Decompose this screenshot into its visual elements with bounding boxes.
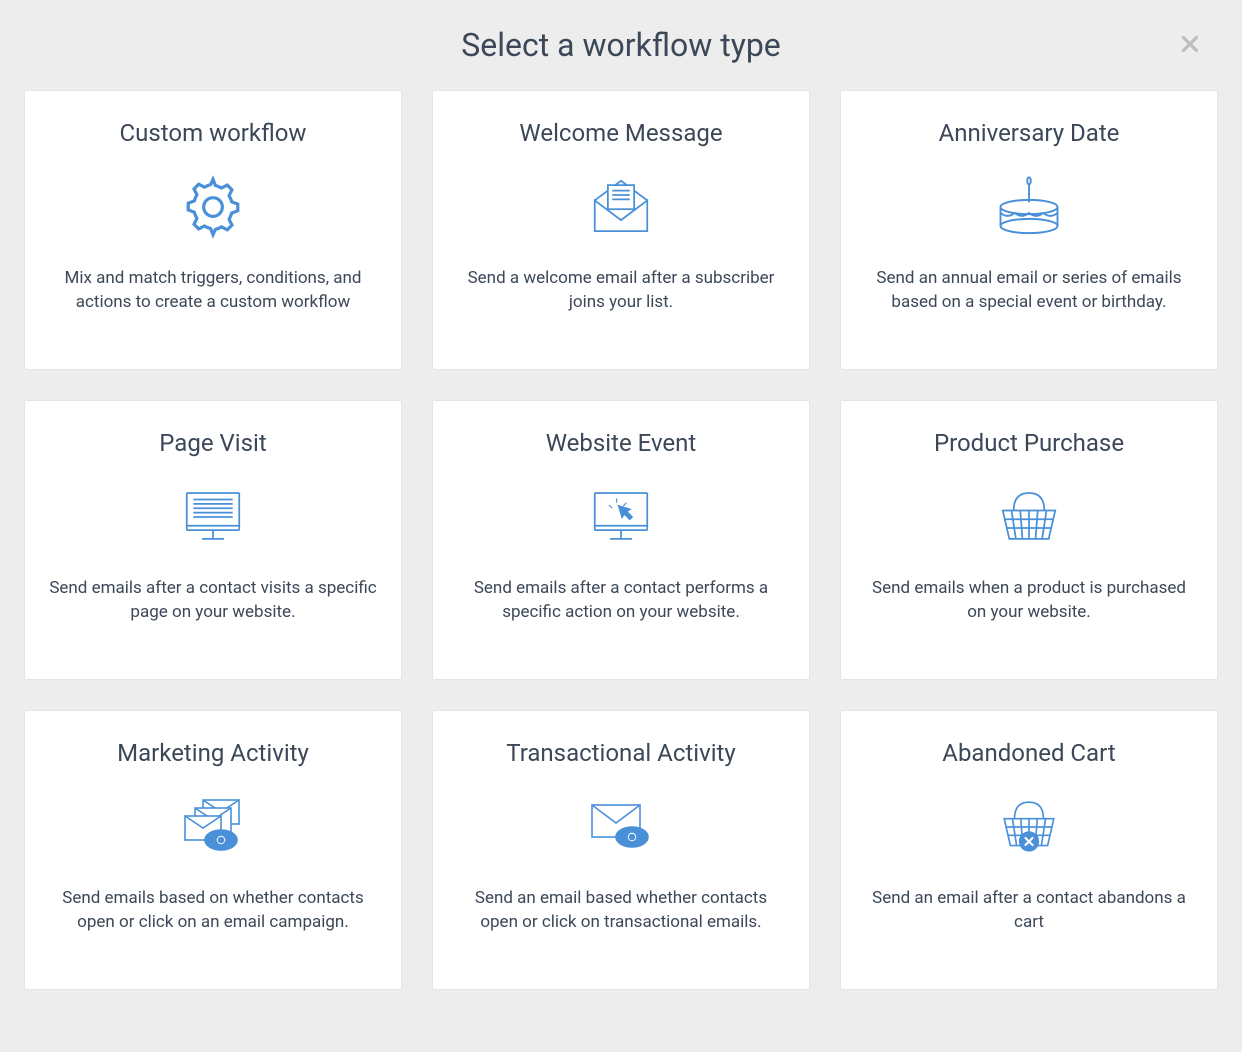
card-page-visit[interactable]: Page Visit Send emails after a contact v… (24, 400, 402, 680)
card-transactional-activity[interactable]: Transactional Activity Send an email bas… (432, 710, 810, 990)
card-title: Abandoned Cart (942, 739, 1115, 767)
envelope-eye-icon (584, 787, 658, 867)
close-icon[interactable] (1176, 30, 1204, 58)
card-title: Custom workflow (120, 119, 307, 147)
card-marketing-activity[interactable]: Marketing Activity Send emails based on … (24, 710, 402, 990)
card-desc: Send emails after a contact visits a spe… (48, 577, 378, 625)
card-title: Welcome Message (519, 119, 722, 147)
card-desc: Send an email after a contact abandons a… (864, 887, 1194, 935)
card-abandoned-cart[interactable]: Abandoned Cart Send an email after a con… (840, 710, 1218, 990)
gear-icon (178, 167, 248, 247)
monitor-cursor-icon (586, 477, 656, 557)
card-welcome-message[interactable]: Welcome Message Send a welcome email aft… (432, 90, 810, 370)
basket-x-icon (994, 787, 1064, 867)
page-title: Select a workflow type (18, 26, 1224, 64)
monitor-text-icon (178, 477, 248, 557)
card-website-event[interactable]: Website Event Send emails after a contac… (432, 400, 810, 680)
card-title: Product Purchase (934, 429, 1124, 457)
workflow-grid: Custom workflow Mix and match triggers, … (18, 90, 1224, 990)
card-desc: Send emails after a contact performs a s… (456, 577, 786, 625)
card-title: Anniversary Date (939, 119, 1120, 147)
card-desc: Send emails when a product is purchased … (864, 577, 1194, 625)
card-desc: Send emails based on whether contacts op… (48, 887, 378, 935)
card-title: Website Event (546, 429, 697, 457)
card-title: Marketing Activity (117, 739, 309, 767)
card-title: Transactional Activity (506, 739, 735, 767)
card-product-purchase[interactable]: Product Purchase Send emails when a prod… (840, 400, 1218, 680)
card-desc: Send an email based whether contacts ope… (456, 887, 786, 935)
card-anniversary-date[interactable]: Anniversary Date Send an annual email or… (840, 90, 1218, 370)
envelopes-eye-icon (173, 787, 253, 867)
card-desc: Mix and match triggers, conditions, and … (48, 267, 378, 315)
card-desc: Send a welcome email after a subscriber … (456, 267, 786, 315)
card-custom-workflow[interactable]: Custom workflow Mix and match triggers, … (24, 90, 402, 370)
cake-icon (991, 167, 1067, 247)
envelope-letter-icon (586, 167, 656, 247)
card-title: Page Visit (159, 429, 266, 457)
basket-icon (994, 477, 1064, 557)
card-desc: Send an annual email or series of emails… (864, 267, 1194, 315)
